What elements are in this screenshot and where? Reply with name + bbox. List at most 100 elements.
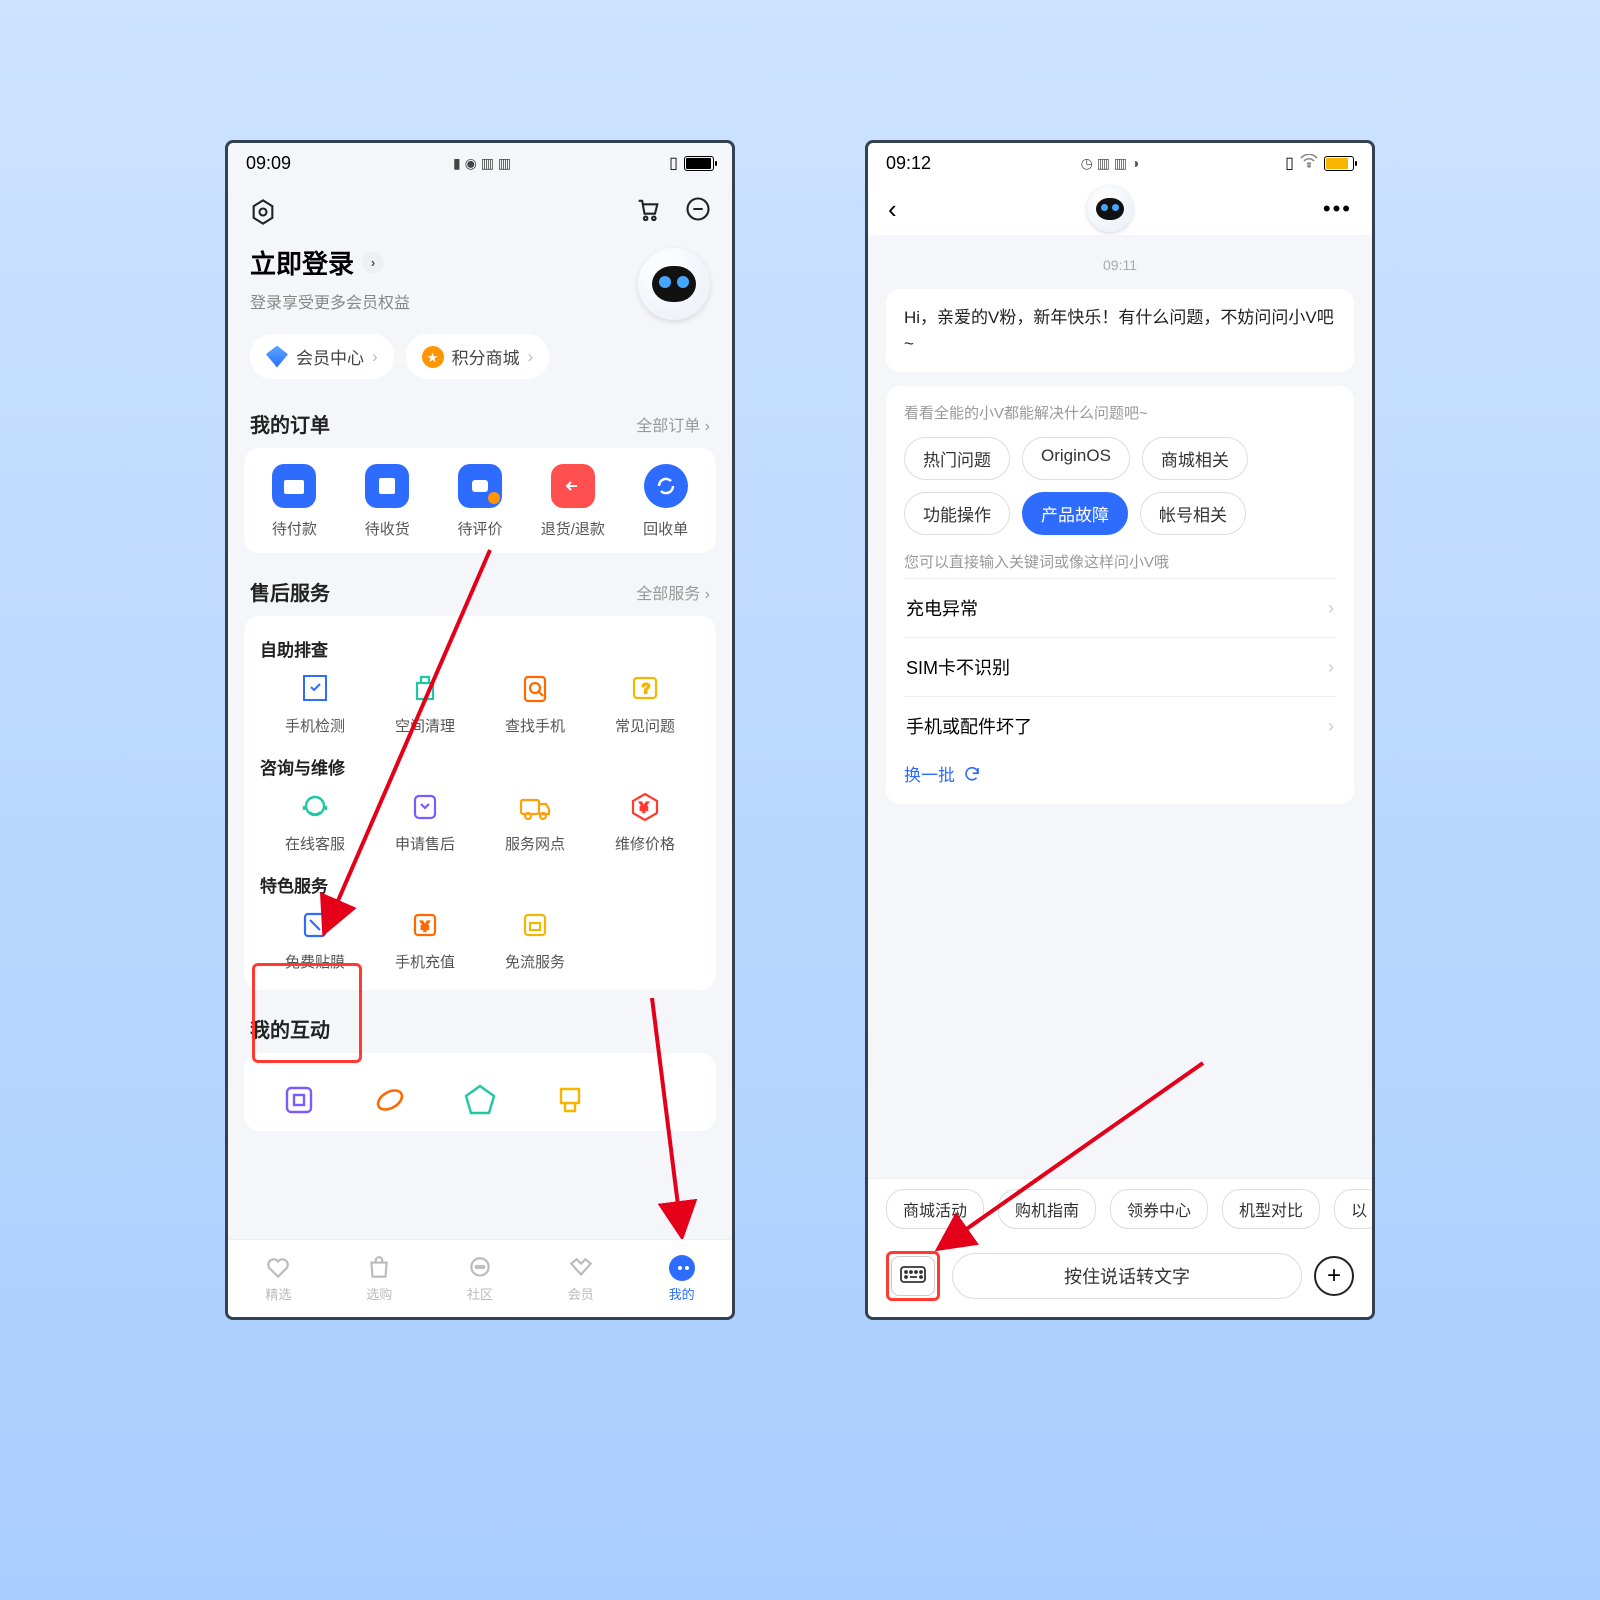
login-title-row[interactable]: 立即登录 › — [250, 244, 410, 281]
phone-check[interactable]: 手机检测 — [260, 671, 370, 736]
interact-card — [244, 1053, 716, 1131]
phone-recharge[interactable]: ¥手机充值 — [370, 907, 480, 972]
service-section-title: 售后服务 — [250, 577, 330, 606]
faq[interactable]: ?常见问题 — [590, 671, 700, 736]
find-phone[interactable]: 查找手机 — [480, 671, 590, 736]
member-center-button[interactable]: 会员中心› — [250, 334, 394, 379]
faq-row-2[interactable]: SIM卡不识别› — [904, 637, 1336, 696]
battery-icon — [1324, 156, 1354, 171]
orders-section-title: 我的订单 — [250, 409, 330, 438]
chat-timestamp: 09:11 — [886, 257, 1354, 273]
qchip-1[interactable]: 商城活动 — [886, 1189, 984, 1229]
svg-text:¥: ¥ — [420, 918, 429, 934]
order-return[interactable]: 退货/退款 — [526, 464, 619, 539]
interact-4[interactable] — [525, 1083, 615, 1117]
order-pending-receive[interactable]: 待收货 — [341, 464, 434, 539]
star-icon: ★ — [422, 346, 444, 368]
login-subtitle: 登录享受更多会员权益 — [250, 289, 410, 313]
refresh-button[interactable]: 换一批 — [904, 761, 1336, 786]
voice-input[interactable]: 按住说话转文字 — [952, 1253, 1302, 1299]
member-center-label: 会员中心 — [296, 344, 364, 369]
service-location[interactable]: 服务网点 — [480, 789, 590, 854]
points-mall-label: 积分商城 — [452, 344, 520, 369]
faq-card: 看看全能的小V都能解决什么问题吧~ 热门问题 OriginOS 商城相关 功能操… — [886, 386, 1354, 804]
plus-icon: + — [1327, 1262, 1341, 1290]
profile-header: 立即登录 › 登录享受更多会员权益 — [228, 240, 732, 334]
plus-button[interactable]: + — [1314, 1256, 1354, 1296]
diamond-icon — [266, 346, 288, 368]
free-data[interactable]: 免流服务 — [480, 907, 590, 972]
sim-icon: ▯ — [1285, 153, 1294, 173]
cart-icon[interactable] — [634, 195, 662, 228]
points-mall-button[interactable]: ★ 积分商城› — [406, 334, 550, 379]
all-service-link[interactable]: 全部服务 › — [636, 580, 710, 604]
back-button[interactable]: ‹ — [888, 194, 897, 225]
faq-hint-2: 您可以直接输入关键词或像这样问小V哦 — [904, 551, 1336, 572]
chat-icon[interactable] — [684, 195, 712, 228]
tab-mine[interactable]: 我的 — [631, 1240, 732, 1317]
login-title: 立即登录 — [250, 244, 354, 281]
repair-price[interactable]: ¥维修价格 — [590, 789, 700, 854]
chip-product-fault[interactable]: 产品故障 — [1022, 492, 1128, 535]
status-time: 09:09 — [246, 153, 291, 174]
status-bar: 09:12 ◷ ▥ ▥ ◑ ▯ — [868, 143, 1372, 183]
order-pending-review[interactable]: 待评价 — [434, 464, 527, 539]
chip-originos[interactable]: OriginOS — [1022, 437, 1130, 480]
qchip-4[interactable]: 机型对比 — [1222, 1189, 1320, 1229]
chip-account[interactable]: 帐号相关 — [1140, 492, 1246, 535]
keyboard-toggle-button[interactable] — [891, 1256, 935, 1296]
space-clean[interactable]: 空间清理 — [370, 671, 480, 736]
faq-row-3[interactable]: 手机或配件坏了› — [904, 696, 1336, 755]
wifi-icon — [1300, 154, 1318, 173]
interact-section-title: 我的互动 — [250, 1014, 330, 1043]
qchip-2[interactable]: 购机指南 — [998, 1189, 1096, 1229]
status-time: 09:12 — [886, 153, 931, 174]
orders-card: 待付款 待收货 待评价 退货/退款 回收单 — [244, 448, 716, 553]
bot-avatar — [1087, 186, 1133, 232]
all-orders-link[interactable]: 全部订单 › — [636, 412, 710, 436]
chevron-right-icon: › — [362, 252, 384, 274]
tab-shop[interactable]: 选购 — [329, 1240, 430, 1317]
chip-function[interactable]: 功能操作 — [904, 492, 1010, 535]
chip-hot[interactable]: 热门问题 — [904, 437, 1010, 480]
phone-right: 09:12 ◷ ▥ ▥ ◑ ▯ ‹ ••• 09:11 Hi，亲爱的V粉，新年快… — [865, 140, 1375, 1320]
status-notif-icons: ▮ ◉ ▥ ▥ — [449, 155, 511, 172]
highlight-keyboard — [886, 1251, 940, 1301]
special-title: 特色服务 — [260, 872, 700, 897]
apply-aftersale[interactable]: 申请售后 — [370, 789, 480, 854]
tab-bar: 精选 选购 社区 会员 我的 — [228, 1239, 732, 1317]
order-recycle[interactable]: 回收单 — [619, 464, 712, 539]
qchip-3[interactable]: 领券中心 — [1110, 1189, 1208, 1229]
online-service[interactable]: 在线客服 — [260, 789, 370, 854]
more-button[interactable]: ••• — [1323, 196, 1352, 222]
faq-row-1[interactable]: 充电异常› — [904, 578, 1336, 637]
tab-featured[interactable]: 精选 — [228, 1240, 329, 1317]
self-check-title: 自助排查 — [260, 636, 700, 661]
topbar — [228, 183, 732, 240]
order-pending-pay[interactable]: 待付款 — [248, 464, 341, 539]
interact-2[interactable] — [344, 1083, 434, 1117]
svg-text:?: ? — [642, 680, 650, 696]
category-chips: 热门问题 OriginOS 商城相关 功能操作 产品故障 帐号相关 — [904, 437, 1336, 535]
input-row: 按住说话转文字 + — [868, 1239, 1372, 1317]
refresh-icon — [963, 765, 981, 783]
chat-area: 09:11 Hi，亲爱的V粉，新年快乐！有什么问题，不妨问问小V吧~ 看看全能的… — [868, 235, 1372, 1178]
chat-topbar: ‹ ••• — [868, 183, 1372, 235]
chip-mall[interactable]: 商城相关 — [1142, 437, 1248, 480]
service-card: 自助排查 手机检测 空间清理 查找手机 ?常见问题 咨询与维修 在线客服 申请售… — [244, 616, 716, 990]
keyboard-icon — [900, 1266, 926, 1286]
qchip-5[interactable]: 以 — [1334, 1189, 1372, 1229]
sim-icon: ▯ — [669, 153, 678, 173]
settings-hex-icon[interactable] — [248, 197, 278, 227]
free-film[interactable]: 免费贴膜 — [260, 907, 370, 972]
tab-member[interactable]: 会员 — [530, 1240, 631, 1317]
svg-text:¥: ¥ — [639, 799, 648, 815]
status-bar: 09:09 ▮ ◉ ▥ ▥ ▯ — [228, 143, 732, 183]
faq-hint-1: 看看全能的小V都能解决什么问题吧~ — [904, 402, 1336, 423]
battery-icon — [684, 156, 714, 171]
avatar[interactable] — [638, 248, 710, 320]
interact-3[interactable] — [435, 1083, 525, 1117]
interact-1[interactable] — [254, 1083, 344, 1117]
tab-community[interactable]: 社区 — [430, 1240, 531, 1317]
quick-chip-row: 商城活动 购机指南 领券中心 机型对比 以 — [868, 1178, 1372, 1239]
